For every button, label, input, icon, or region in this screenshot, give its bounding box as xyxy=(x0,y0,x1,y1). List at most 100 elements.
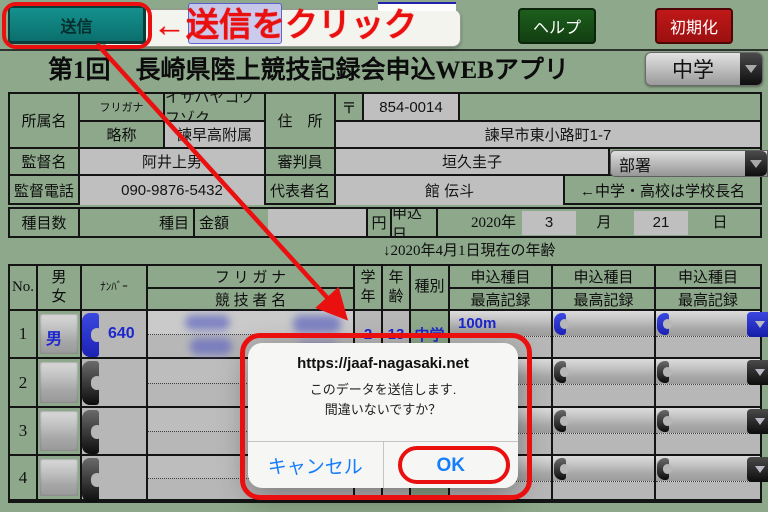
division-select-button[interactable] xyxy=(740,53,762,85)
row1-event3-select[interactable] xyxy=(656,311,760,359)
row2-event3-select[interactable] xyxy=(656,359,760,408)
header-category: 種別 xyxy=(411,266,450,311)
chevron-down-icon xyxy=(755,369,765,376)
row4-number-input[interactable] xyxy=(82,456,148,501)
row4-sex-select[interactable] xyxy=(38,456,82,501)
department-select-button[interactable] xyxy=(745,151,767,176)
blurred-name xyxy=(190,338,232,355)
apply-day-input[interactable]: 21 xyxy=(634,211,688,235)
row1-record3-input[interactable] xyxy=(656,337,760,357)
judge-input[interactable]: 垣久圭子 xyxy=(336,149,610,176)
header-event1: 申込種目最高記録 xyxy=(450,266,553,311)
row2-sex-select[interactable] xyxy=(38,359,82,408)
row3-event2-select[interactable] xyxy=(553,408,656,456)
annotation-oval-ok xyxy=(398,446,510,484)
yen-label: 円 xyxy=(368,209,392,236)
header-number: ﾅﾝﾊﾞｰ xyxy=(82,266,148,311)
coach-input[interactable]: 阿井上男 xyxy=(80,149,266,176)
row3-sex-select[interactable] xyxy=(38,408,82,456)
coach-phone-label: 監督電話 xyxy=(10,176,80,205)
amount-input[interactable] xyxy=(268,209,368,236)
row4-dropdown-button[interactable] xyxy=(747,457,768,482)
address-input[interactable]: 諫早市東小路町1-7 xyxy=(336,122,760,149)
event-count-form: 種目数 種目 金額 円 申込日 2020年 3 月 21 日 xyxy=(8,207,762,238)
row3-record3-input[interactable] xyxy=(656,434,760,454)
representative-input[interactable]: 館 伝斗 xyxy=(336,176,565,205)
number-tab-icon xyxy=(82,313,99,357)
page-title: 第1回 長崎県陸上競技記録会申込WEBアプリ xyxy=(48,54,648,88)
row2-record2-input[interactable] xyxy=(553,385,654,406)
representative-note: ←中学・高校は学校長名 xyxy=(565,176,760,205)
row1-dropdown-button[interactable] xyxy=(747,312,768,337)
row3-no: 3 xyxy=(10,408,38,456)
row2-record3-input[interactable] xyxy=(656,385,760,406)
row3-dropdown-button[interactable] xyxy=(747,409,768,434)
select-tab-icon xyxy=(554,313,566,335)
department-select[interactable]: 部署 xyxy=(610,150,768,177)
toolbar-divider xyxy=(0,49,768,51)
postal-code-input[interactable]: 854-0014 xyxy=(364,94,460,122)
help-button[interactable]: ヘルプ xyxy=(518,8,596,44)
select-tab-icon xyxy=(657,410,669,432)
apply-date-label: 申込日 xyxy=(392,209,438,236)
division-select[interactable]: 中学 xyxy=(645,52,763,86)
select-tab-icon xyxy=(657,458,669,480)
reset-button[interactable]: 初期化 xyxy=(655,8,733,44)
coach-label: 監督名 xyxy=(10,149,80,176)
row2-number-input[interactable] xyxy=(82,359,148,408)
row4-event2-select[interactable] xyxy=(553,456,656,501)
row2-event2-select[interactable] xyxy=(553,359,656,408)
representative-label: 代表者名 xyxy=(266,176,336,205)
event-count-label: 種目数 xyxy=(10,209,80,236)
chevron-down-icon xyxy=(745,65,757,73)
postal-mark: 〒 xyxy=(336,94,364,122)
row3-number-input[interactable] xyxy=(82,408,148,456)
row1-record2-input[interactable] xyxy=(553,337,654,357)
blurred-furigana xyxy=(293,315,341,333)
coach-phone-input[interactable]: 090-9876-5432 xyxy=(80,176,266,205)
annotation-click-send-text: ←送信をクリック xyxy=(153,4,473,46)
chevron-down-icon xyxy=(755,466,765,473)
select-tab-icon xyxy=(657,313,669,335)
header-no: No. xyxy=(10,266,38,311)
number-tab-icon xyxy=(82,410,99,454)
chevron-down-icon xyxy=(755,321,765,328)
row1-event2-select[interactable] xyxy=(553,311,656,359)
row4-record3-input[interactable] xyxy=(656,482,760,499)
chevron-down-icon xyxy=(750,160,762,168)
row1-number-input[interactable]: 640 xyxy=(82,311,148,359)
row4-no: 4 xyxy=(10,456,38,501)
furigana-label: フリガナ xyxy=(80,94,165,122)
select-tab-icon xyxy=(554,410,566,432)
row2-dropdown-button[interactable] xyxy=(747,360,768,385)
amount-label: 金額 xyxy=(195,209,268,236)
header-grade: 学年 xyxy=(355,266,383,311)
short-name-input[interactable]: 諫早高附属 xyxy=(165,122,266,149)
row3-event3-select[interactable] xyxy=(656,408,760,456)
chevron-down-icon xyxy=(755,418,765,425)
row3-record2-input[interactable] xyxy=(553,434,654,454)
row1-no: 1 xyxy=(10,311,38,359)
apply-year-text: 2020年 xyxy=(460,213,516,233)
affiliation-label: 所属名 xyxy=(10,94,80,149)
header-sex: 男女 xyxy=(38,266,82,311)
event-unit-label: 種目 xyxy=(80,209,195,236)
header-event2: 申込種目最高記録 xyxy=(553,266,656,311)
department-select-value: 部署 xyxy=(619,152,651,176)
header-event3: 申込種目最高記録 xyxy=(656,266,760,311)
row1-sex-select[interactable]: 男 xyxy=(38,311,82,359)
apply-month-input[interactable]: 3 xyxy=(522,211,576,235)
month-label: 月 xyxy=(576,213,632,233)
number-tab-icon xyxy=(82,361,99,405)
address-label: 住 所 xyxy=(266,94,336,149)
postal-spare-cell xyxy=(460,94,760,122)
division-select-value: 中学 xyxy=(672,54,714,84)
select-tab-icon xyxy=(554,361,566,383)
annotation-box-send xyxy=(2,2,152,49)
row4-record2-input[interactable] xyxy=(553,482,654,499)
furigana-input[interactable]: イサハヤコウフゾク xyxy=(165,94,266,122)
short-name-label: 略称 xyxy=(80,122,165,149)
club-info-form: 所属名 フリガナ イサハヤコウフゾク 住 所 〒 854-0014 略称 諫早高… xyxy=(8,92,762,205)
row4-event3-select[interactable] xyxy=(656,456,760,501)
select-tab-icon xyxy=(657,361,669,383)
